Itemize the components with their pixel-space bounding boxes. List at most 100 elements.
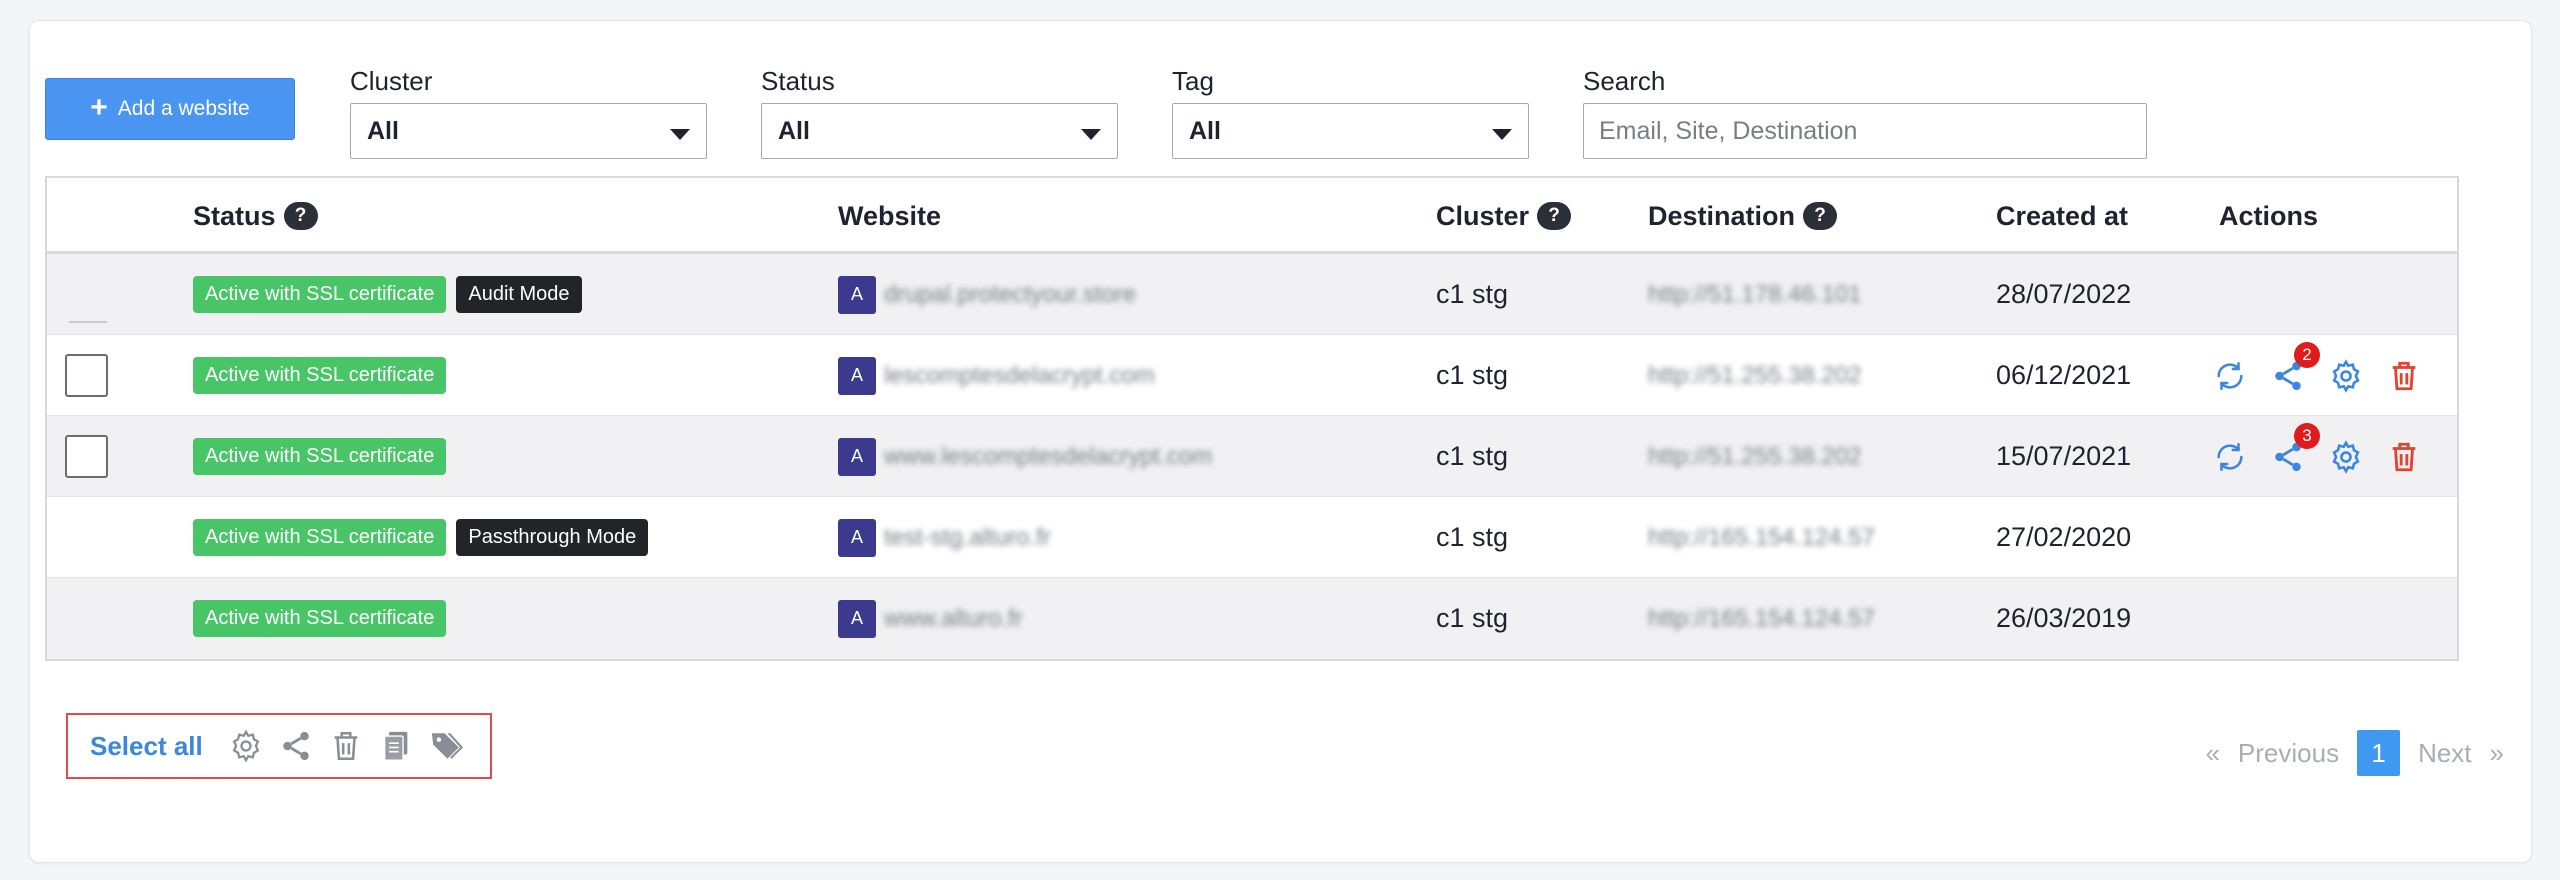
status-header: Status ? [193, 178, 318, 254]
row-select-placeholder [69, 254, 107, 335]
website-link[interactable]: test-stg.alturo.fr [884, 524, 1051, 552]
destination-value: http://51.255.38.202 [1648, 442, 1862, 470]
help-icon[interactable]: ? [1537, 202, 1572, 230]
cluster-select-value: All [367, 116, 399, 145]
created-header: Created at [1996, 178, 2128, 254]
row-checkbox[interactable] [65, 354, 108, 397]
add-website-button[interactable]: + Add a website [45, 78, 295, 140]
created-cell: 06/12/2021 [1996, 360, 2132, 390]
cluster-select[interactable]: All [350, 103, 707, 159]
destination-value: http://51.255.38.202 [1648, 361, 1862, 389]
table-row: Active with SSL certificate A www.lescom… [47, 416, 2457, 497]
next-page-button[interactable]: Next [2418, 738, 2471, 769]
bulk-actions-bar: Select all [66, 713, 492, 779]
select-all-button[interactable]: Select all [90, 731, 203, 762]
chevron-down-icon [670, 128, 690, 140]
actions-header-label: Actions [2219, 200, 2319, 231]
tag-select[interactable]: All [1172, 103, 1529, 159]
status-header-label: Status [193, 200, 276, 231]
table-row: Active with SSL certificate Audit Mode A… [47, 254, 2457, 335]
created-cell: 28/07/2022 [1996, 279, 2132, 309]
status-filter-label: Status [761, 66, 835, 96]
ssl-status-badge: Active with SSL certificate [193, 357, 447, 394]
share-icon[interactable]: 3 [2270, 422, 2320, 475]
table-row: Active with SSL certificate A lescomptes… [47, 335, 2457, 416]
trash-icon[interactable] [2386, 439, 2422, 475]
website-cell: A lescomptesdelacrypt.com [838, 335, 1155, 416]
status-cell: Active with SSL certificate [193, 335, 456, 416]
tag-filter: Tag All [1172, 66, 1529, 159]
help-icon[interactable]: ? [283, 202, 318, 230]
destination-value: http://51.178.46.101 [1648, 280, 1862, 308]
destination-header-label: Destination [1648, 200, 1796, 231]
status-cell: Active with SSL certificate Audit Mode [193, 254, 582, 335]
gear-icon[interactable] [2328, 358, 2364, 394]
ssl-status-badge: Active with SSL certificate [193, 600, 447, 637]
destination-cell: http://51.255.38.202 [1648, 335, 1862, 416]
destination-cell: http://165.154.124.57 [1648, 578, 1875, 659]
status-cell: Active with SSL certificate Passthrough … [193, 497, 649, 578]
actions-cell: 2 [2212, 335, 2444, 416]
cluster-header: Cluster ? [1436, 178, 1572, 254]
tag-select-value: All [1189, 116, 1221, 145]
cluster-cell: c1 stg [1436, 441, 1509, 471]
page-1-button[interactable]: 1 [2357, 730, 2401, 776]
pagination: « Previous 1 Next » [2205, 730, 2504, 776]
website-cell: A drupal.protectyour.store [838, 254, 1136, 335]
created-cell: 27/02/2020 [1996, 522, 2132, 552]
status-select-value: All [778, 116, 810, 145]
website-cell: A www.lescomptesdelacrypt.com [838, 416, 1212, 497]
ssl-status-badge: Active with SSL certificate [193, 519, 447, 556]
plus-icon: + [90, 90, 108, 124]
website-cell: A www.alturo.fr [838, 578, 1023, 659]
trash-icon[interactable] [329, 729, 363, 763]
table-header: Status ? Website Cluster ? Destination ?… [47, 178, 2457, 254]
created-cell: 15/07/2021 [1996, 441, 2132, 471]
share-count-badge: 2 [2294, 341, 2320, 368]
website-header: Website [838, 178, 941, 254]
search-input[interactable] [1583, 103, 2147, 159]
refresh-icon[interactable] [2212, 358, 2248, 394]
status-cell: Active with SSL certificate [193, 578, 456, 659]
destination-cell: http://51.255.38.202 [1648, 416, 1862, 497]
chevron-down-icon [1081, 128, 1101, 140]
tag-icon[interactable] [429, 729, 463, 763]
prev-arrow[interactable]: « [2205, 738, 2219, 769]
audit-mode-badge: Audit Mode [456, 276, 582, 313]
destination-header: Destination ? [1648, 178, 1838, 254]
cluster-cell: c1 stg [1436, 603, 1509, 633]
cluster-cell: c1 stg [1436, 360, 1509, 390]
copy-icon[interactable] [379, 729, 413, 763]
share-icon[interactable] [279, 729, 313, 763]
share-icon[interactable]: 2 [2270, 341, 2320, 394]
gear-icon[interactable] [229, 729, 263, 763]
refresh-icon[interactable] [2212, 439, 2248, 475]
gear-icon[interactable] [2328, 439, 2364, 475]
destination-cell: http://165.154.124.57 [1648, 497, 1875, 578]
website-link[interactable]: www.lescomptesdelacrypt.com [884, 443, 1212, 471]
help-icon[interactable]: ? [1803, 202, 1838, 230]
table-row: Active with SSL certificate Passthrough … [47, 497, 2457, 578]
avatar: A [838, 275, 876, 314]
avatar: A [838, 599, 876, 638]
destination-value: http://165.154.124.57 [1648, 604, 1875, 632]
add-website-label: Add a website [117, 97, 250, 120]
passthrough-mode-badge: Passthrough Mode [456, 519, 649, 556]
cluster-filter-label: Cluster [350, 66, 433, 96]
trash-icon[interactable] [2386, 358, 2422, 394]
ssl-status-badge: Active with SSL certificate [193, 276, 447, 313]
website-link[interactable]: lescomptesdelacrypt.com [884, 362, 1155, 390]
created-cell: 26/03/2019 [1996, 603, 2132, 633]
ssl-status-badge: Active with SSL certificate [193, 438, 447, 475]
next-arrow[interactable]: » [2490, 738, 2504, 769]
search-filter: Search [1583, 66, 2147, 159]
websites-table: Status ? Website Cluster ? Destination ?… [45, 176, 2459, 661]
status-cell: Active with SSL certificate [193, 416, 456, 497]
status-select[interactable]: All [761, 103, 1118, 159]
row-checkbox[interactable] [65, 435, 108, 478]
website-header-label: Website [838, 200, 942, 231]
previous-page-button[interactable]: Previous [2238, 738, 2339, 769]
website-link[interactable]: www.alturo.fr [884, 605, 1023, 633]
website-link[interactable]: drupal.protectyour.store [884, 281, 1136, 309]
cluster-cell: c1 stg [1436, 279, 1509, 309]
